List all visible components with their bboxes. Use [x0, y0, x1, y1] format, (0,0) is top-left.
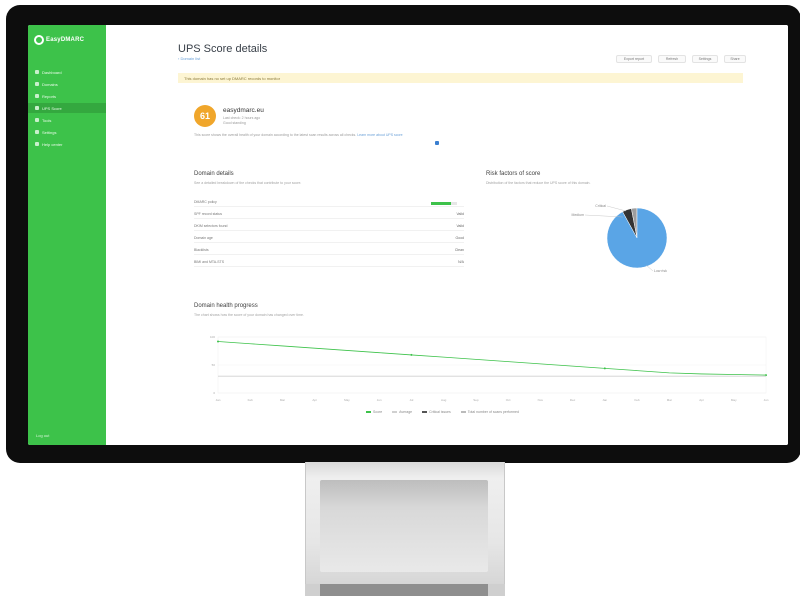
x-tick-label: May	[731, 398, 737, 402]
charts-layer: Critical Medium Low risk 0 50 100 Jan Feb Mar Apr…	[210, 204, 769, 402]
x-tick-label: Sep	[473, 398, 479, 402]
x-tick-label: Nov	[538, 398, 544, 402]
sidebar-item-dashboard[interactable]: Dashboard	[28, 67, 106, 77]
x-tick-label: Aug	[441, 398, 447, 402]
x-tick-label: Feb	[634, 398, 640, 402]
pie-leader-line	[645, 264, 654, 272]
sidebar-item-settings[interactable]: Settings	[28, 127, 106, 137]
legend-label: Average	[399, 410, 413, 414]
x-tick-label: Dec	[570, 398, 576, 402]
stand-foot-inner	[320, 584, 488, 596]
x-tick-label: Jan	[216, 398, 221, 402]
data-point	[410, 353, 413, 356]
legend-label: Critical issues	[429, 410, 451, 414]
data-point	[217, 340, 219, 343]
sidebar-item-label: Domains	[42, 81, 58, 87]
x-tick-label: Mar	[667, 398, 672, 402]
report-icon	[35, 94, 39, 98]
wrench-icon	[35, 118, 39, 122]
logo-icon	[34, 35, 44, 45]
dashboard-icon	[35, 70, 39, 74]
sidebar: EasyDMARC Dashboard Domains Reports UPS Sco…	[28, 25, 106, 445]
x-tick-label: Apr	[312, 398, 317, 402]
sidebar-item-label: Dashboard	[42, 69, 62, 75]
data-point	[765, 374, 767, 377]
chart-legend: Score Average Critical issues Total number …	[366, 410, 519, 414]
y-tick-label: 100	[210, 335, 215, 339]
main-content: UPS Score details ‹ Domain list Export r…	[106, 25, 788, 445]
logo[interactable]: EasyDMARC	[34, 33, 102, 47]
y-tick-label: 50	[212, 363, 216, 367]
legend-label: Score	[373, 410, 383, 414]
pie-label: Low risk	[654, 269, 667, 273]
legend-swatch	[422, 411, 428, 413]
x-tick-label: Jun	[764, 398, 769, 402]
screen: EasyDMARC Dashboard Domains Reports UPS Sco…	[28, 25, 788, 445]
x-tick-label: Mar	[280, 398, 285, 402]
legend-label: Total number of scans performed	[467, 410, 519, 414]
x-tick-label: Apr	[699, 398, 704, 402]
legend-item[interactable]: Total number of scans performed	[460, 410, 519, 414]
logo-text: EasyDMARC	[46, 37, 85, 43]
data-point	[603, 367, 606, 370]
x-tick-label: Jan	[602, 398, 607, 402]
y-tick-label: 0	[213, 391, 215, 395]
pie-leader-line	[606, 205, 627, 212]
sidebar-item-domains[interactable]: Domains	[28, 79, 106, 89]
shield-icon	[35, 106, 39, 110]
sidebar-item-label: Settings	[42, 129, 57, 135]
monitor-frame: EasyDMARC Dashboard Domains Reports UPS Sco…	[6, 5, 800, 463]
sidebar-item-label: Tools	[42, 117, 52, 123]
globe-icon	[35, 82, 39, 86]
pie-label: Medium	[572, 213, 585, 217]
pie-slice	[606, 207, 668, 269]
sidebar-item-reports[interactable]: Reports	[28, 91, 106, 101]
legend-item[interactable]: Score	[366, 410, 382, 414]
legend-swatch	[366, 411, 371, 413]
legend-item[interactable]: Average	[392, 410, 412, 414]
gear-icon	[35, 130, 39, 134]
legend-swatch	[460, 411, 466, 413]
help-icon	[35, 142, 39, 146]
x-tick-label: Jul	[409, 398, 413, 402]
x-tick-label: May	[344, 398, 350, 402]
legend-swatch	[392, 411, 398, 413]
legend-item[interactable]: Critical issues	[422, 410, 451, 414]
x-tick-label: Feb	[248, 398, 254, 402]
sidebar-item-label: Reports	[42, 93, 57, 99]
sidebar-item-label: Help center	[42, 141, 63, 147]
sidebar-item-ups-score[interactable]: UPS Score	[28, 103, 106, 113]
x-tick-label: Jun	[377, 398, 382, 402]
sidebar-footer[interactable]: Log out	[36, 433, 49, 438]
stand-cutout	[320, 480, 488, 572]
x-tick-label: Oct	[506, 398, 511, 402]
pie-label: Critical	[595, 204, 606, 208]
sidebar-item-label: UPS Score	[42, 105, 62, 111]
sidebar-item-tools[interactable]: Tools	[28, 115, 106, 125]
sidebar-item-help-center[interactable]: Help center	[28, 139, 106, 149]
